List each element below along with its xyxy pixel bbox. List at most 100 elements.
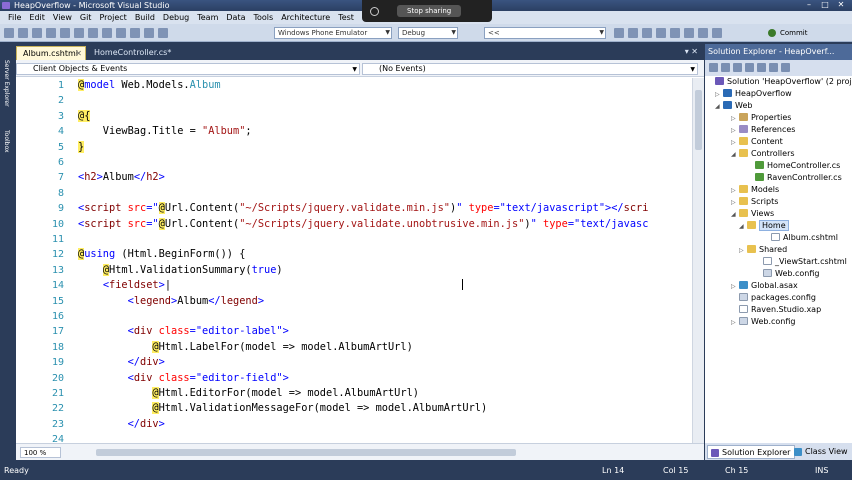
tree-node[interactable]: Solution 'HeapOverflow' (2 project (707, 76, 852, 88)
menu-item-debug[interactable]: Debug (159, 13, 193, 22)
tree-node[interactable]: Raven.Studio.xap (731, 304, 821, 316)
tree-node[interactable]: ▷ HeapOverflow (715, 88, 792, 100)
code-line[interactable]: 20 <div class="editor-field"> (16, 371, 692, 386)
find-in-files-icon[interactable] (614, 28, 624, 38)
git-icon[interactable] (712, 28, 722, 38)
code-line[interactable]: 23 </div> (16, 417, 692, 432)
code-line[interactable]: 22 @Html.ValidationMessageFor(model => m… (16, 401, 692, 416)
tree-node[interactable]: HomeController.cs (747, 160, 840, 172)
tree-node[interactable]: ▷ References (731, 124, 795, 136)
tab-solution-explorer[interactable]: Solution Explorer (707, 445, 796, 459)
maximize-icon[interactable]: □ (818, 0, 832, 10)
expand-toggle-icon[interactable]: ▷ (739, 245, 747, 257)
navigate-forward-icon[interactable] (144, 28, 154, 38)
code-line[interactable]: 1 @model Web.Models.Album (16, 78, 692, 93)
tree-node[interactable]: ▷ Web.config (731, 316, 795, 328)
code-line[interactable]: 4 ViewBag.Title = "Album"; (16, 124, 692, 139)
configuration-dropdown[interactable]: Debug ▼ (398, 27, 458, 39)
code-line[interactable]: 12 @using (Html.BeginForm()) { (16, 247, 692, 262)
code-line[interactable]: 10 <script src="@Url.Content("~/Scripts/j… (16, 217, 692, 232)
find-dropdown[interactable]: << ▼ (484, 27, 606, 39)
server-explorer-tab[interactable]: Server Explorer (3, 60, 10, 107)
close-tab-icon[interactable]: ✕ (75, 47, 82, 61)
code-line[interactable]: 17 <div class="editor-label"> (16, 324, 692, 339)
tree-node[interactable]: ◢ Views (731, 208, 774, 220)
redo-icon[interactable] (116, 28, 126, 38)
tree-node[interactable]: RavenController.cs (747, 172, 842, 184)
code-line[interactable]: 24 (16, 432, 692, 443)
tree-node[interactable]: ▷ Content (731, 136, 783, 148)
properties-icon[interactable] (642, 28, 652, 38)
expand-toggle-icon[interactable]: ◢ (731, 209, 739, 221)
menu-item-build[interactable]: Build (131, 13, 159, 22)
tab-homecontroller-cs[interactable]: HomeController.cs* (88, 46, 178, 60)
zoom-dropdown[interactable]: 100 % (20, 447, 62, 458)
object-browser-icon[interactable] (656, 28, 666, 38)
toolbox-icon[interactable] (670, 28, 680, 38)
expand-toggle-icon[interactable]: ◢ (739, 221, 747, 233)
menu-item-team[interactable]: Team (193, 13, 222, 22)
close-icon[interactable]: ✕ (834, 0, 848, 10)
menu-item-test[interactable]: Test (334, 13, 358, 22)
code-line[interactable]: 19 </div> (16, 355, 692, 370)
navigate-back-icon[interactable] (130, 28, 140, 38)
save-icon[interactable] (32, 28, 42, 38)
code-line[interactable]: 13 @Html.ValidationSummary(true) (16, 263, 692, 278)
expand-toggle-icon[interactable]: ◢ (731, 149, 739, 161)
paste-icon[interactable] (88, 28, 98, 38)
save-all-icon[interactable] (46, 28, 56, 38)
code-line[interactable]: 18 @Html.LabelFor(model => model.AlbumAr… (16, 340, 692, 355)
class-diagram-icon[interactable] (769, 63, 778, 72)
code-line[interactable]: 8 (16, 186, 692, 201)
copy-icon[interactable] (74, 28, 84, 38)
code-text[interactable]: 1 @model Web.Models.Album 2 3 @{4 ViewBag.Ti… (16, 78, 692, 443)
menu-item-view[interactable]: View (49, 13, 76, 22)
tree-node[interactable]: ▷ Shared (739, 244, 787, 256)
code-line[interactable]: 2 (16, 93, 692, 108)
code-line[interactable]: 14 <fieldset>| (16, 278, 692, 293)
view-designer-icon[interactable] (757, 63, 766, 72)
code-line[interactable]: 9 <script src="@Url.Content("~/Scripts/jq… (16, 201, 692, 216)
menu-item-architecture[interactable]: Architecture (277, 13, 334, 22)
start-debug-icon[interactable] (158, 28, 168, 38)
tree-node[interactable]: Album.cshtml (763, 232, 838, 244)
menu-item-edit[interactable]: Edit (25, 13, 49, 22)
code-line[interactable]: 3 @{ (16, 109, 692, 124)
code-line[interactable]: 6 (16, 155, 692, 170)
vertical-scroll-thumb[interactable] (695, 90, 702, 150)
cut-icon[interactable] (60, 28, 70, 38)
menu-item-git[interactable]: Git (76, 13, 96, 22)
code-line[interactable]: 5} (16, 140, 692, 155)
client-objects-dropdown[interactable]: Client Objects & Events ▼ (16, 63, 360, 75)
start-page-icon[interactable] (684, 28, 694, 38)
tree-node[interactable]: ▷ Scripts (731, 196, 778, 208)
stop-sharing-button[interactable]: Stop sharing (397, 5, 462, 17)
extension-manager-icon[interactable] (698, 28, 708, 38)
commit-button[interactable]: Commit (768, 27, 808, 39)
new-project-icon[interactable] (4, 28, 14, 38)
view-code-icon[interactable] (745, 63, 754, 72)
undo-icon[interactable] (102, 28, 112, 38)
tab-overflow-icon[interactable]: ▾ ✕ (685, 47, 698, 56)
tab-class-view[interactable]: Class View (791, 445, 852, 459)
menu-item-tools[interactable]: Tools (249, 13, 277, 22)
menu-item-data[interactable]: Data (222, 13, 249, 22)
properties-icon[interactable] (709, 63, 718, 72)
tree-node[interactable]: packages.config (731, 292, 816, 304)
refresh-icon[interactable] (733, 63, 742, 72)
open-file-icon[interactable] (18, 28, 28, 38)
tree-node[interactable]: _ViewStart.cshtml (755, 256, 847, 268)
tree-node[interactable]: ▷ Properties (731, 112, 791, 124)
tree-node[interactable]: ▷ Models (731, 184, 779, 196)
emulator-dropdown[interactable]: Windows Phone Emulator ▼ (274, 27, 392, 39)
code-line[interactable]: 11 (16, 232, 692, 247)
tab-album-cshtml[interactable]: Album.cshtml ✕ (16, 46, 86, 60)
tree-node[interactable]: ◢ Web (715, 100, 752, 112)
toolbox-tab[interactable]: Toolbox (3, 130, 10, 153)
minimize-icon[interactable]: – (802, 0, 816, 10)
code-line[interactable]: 15 <legend>Album</legend> (16, 294, 692, 309)
show-all-files-icon[interactable] (721, 63, 730, 72)
tree-node[interactable]: Web.config (755, 268, 819, 280)
expand-toggle-icon[interactable]: ◢ (715, 101, 723, 113)
solution-explorer-icon[interactable] (628, 28, 638, 38)
